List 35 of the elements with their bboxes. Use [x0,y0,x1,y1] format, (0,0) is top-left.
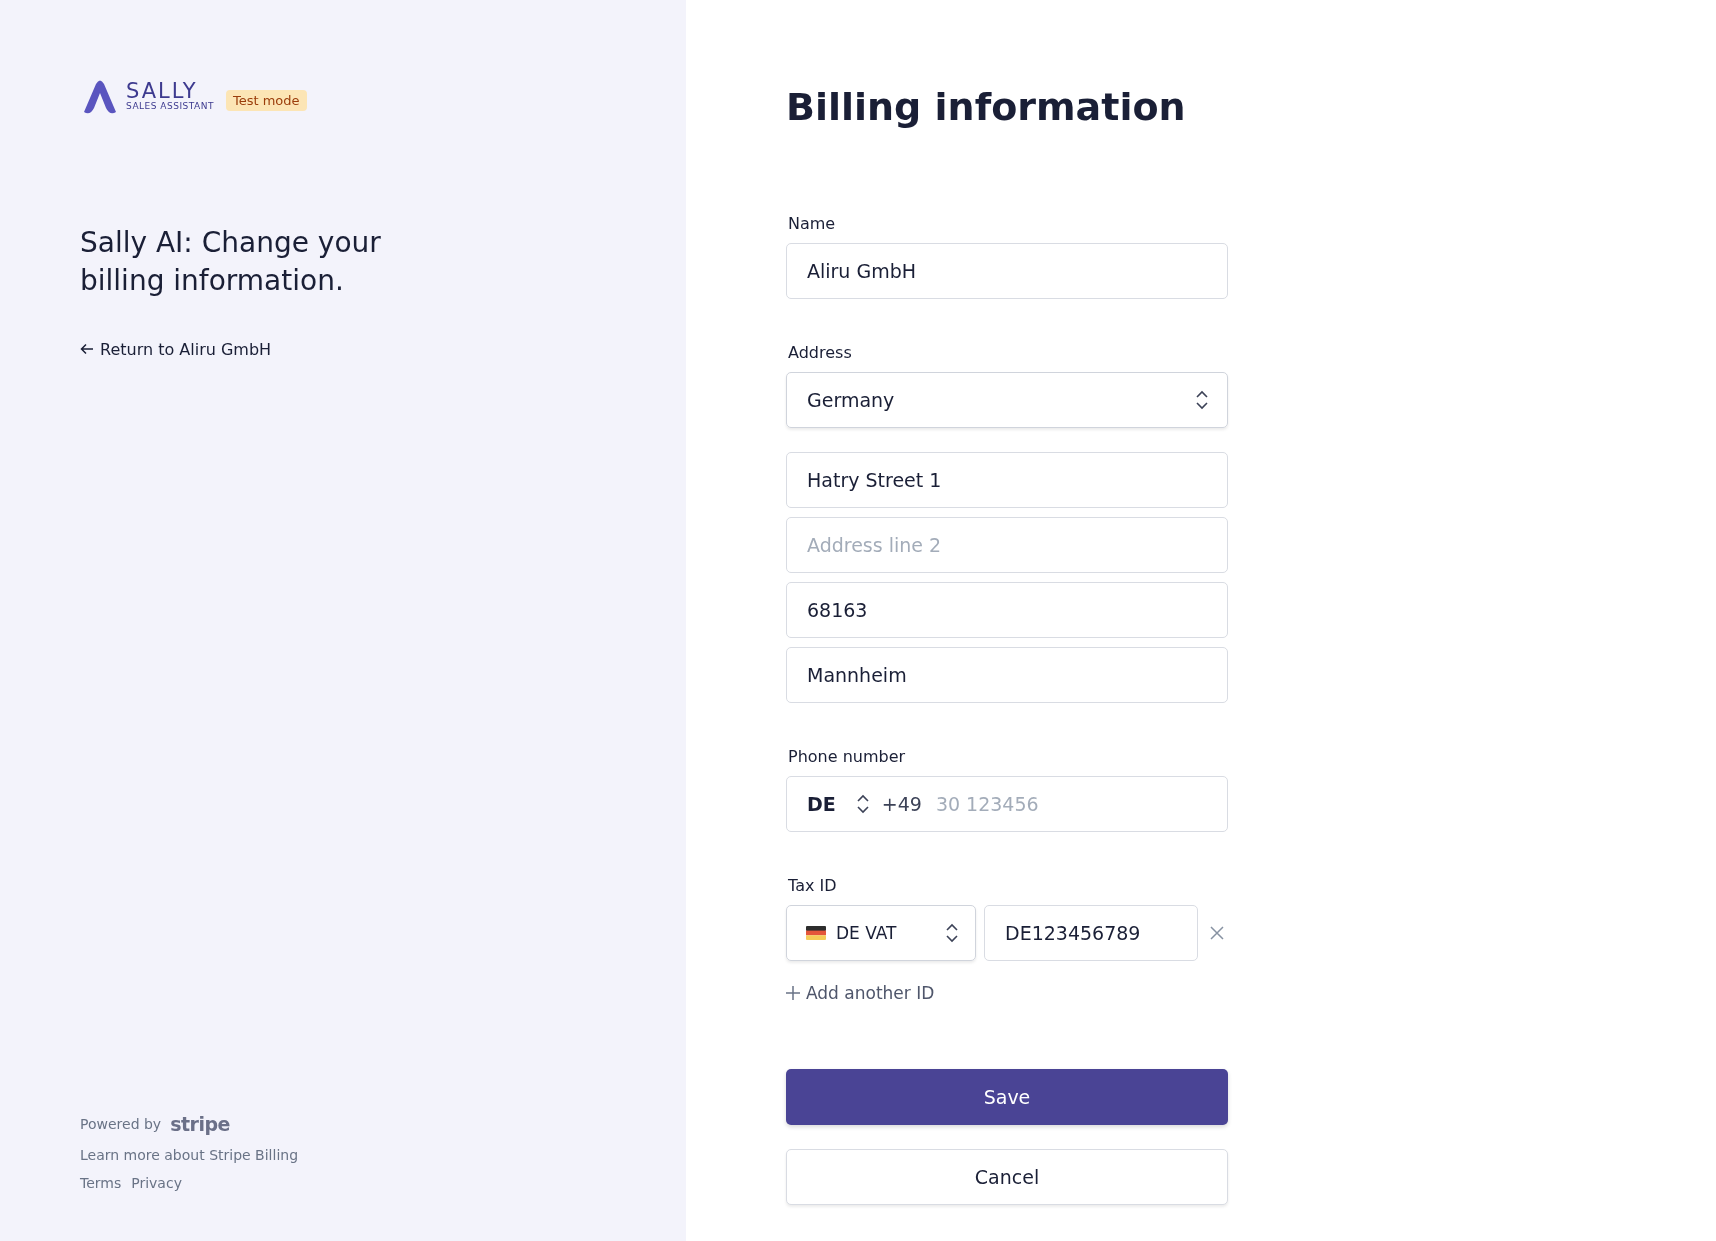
field-label: Tax ID [788,876,838,895]
phone-field[interactable]: DE +49 30 123456 [786,776,1228,832]
field-label: Address [788,343,853,362]
chevron-up-down-icon [1195,390,1209,410]
address-field[interactable]: Hatry Street 1 [786,452,1228,508]
brand-name: SALLY [126,81,198,102]
save-button[interactable]: Save [786,1069,1228,1125]
footer-link[interactable]: Terms [80,1175,122,1191]
dial-code: +49 [881,793,922,815]
page-heading: Sally AI: Change your billing information. [80,225,382,299]
tax-id-field[interactable]: DE123456789 [984,905,1198,961]
footer-link[interactable]: Privacy [131,1175,182,1191]
chevron-up-down-icon [855,794,870,814]
stripe-logo: stripe [170,1113,230,1135]
test-mode-badge: Test mode [225,89,307,111]
address-field[interactable]: Mannheim [786,647,1228,703]
learn-more-link[interactable]: Learn more about Stripe Billing [80,1147,686,1163]
powered-by-text: Powered by [80,1116,162,1132]
field-label: Name [788,214,837,233]
flag-icon [806,926,826,940]
return-link[interactable]: Return to Aliru GmbH [80,339,686,359]
brand-tagline: SALES ASSISTANT [126,102,214,111]
name-field[interactable]: Aliru GmbH [786,243,1228,299]
phone-country[interactable]: DE [807,793,836,815]
back-arrow-icon [80,343,94,356]
tax-type-select[interactable]: DE VAT [786,905,976,961]
address-field[interactable]: Address line 2 [786,517,1228,573]
cancel-button[interactable]: Cancel [786,1149,1228,1205]
address-field[interactable]: 68163 [786,582,1228,638]
page-title: Billing information [786,84,1187,131]
plus-icon [786,986,800,1000]
field-label: Phone number [788,747,907,766]
chevron-up-down-icon [945,923,959,943]
country-select[interactable]: Germany [786,372,1228,428]
add-id-link[interactable]: Add another ID [786,983,1228,1003]
